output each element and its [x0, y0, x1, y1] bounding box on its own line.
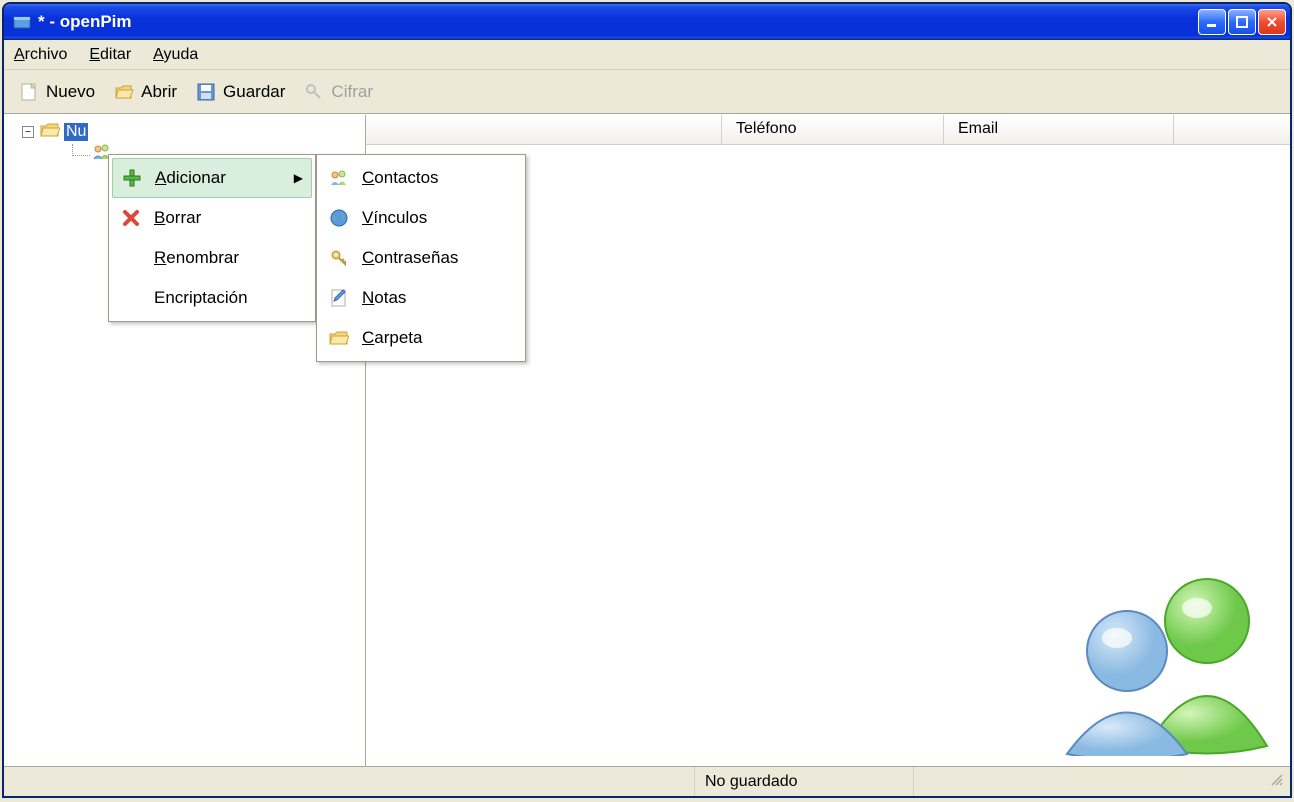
column-header-email[interactable]: Email — [944, 115, 1174, 144]
save-icon — [195, 81, 217, 103]
globe-icon — [328, 207, 350, 229]
folder-icon — [40, 122, 60, 143]
cm-borrar-label: Borrar — [154, 208, 201, 228]
cm-contrasenas-label: Contraseñas — [362, 248, 458, 268]
column-header-end[interactable] — [1174, 115, 1290, 144]
status-text: No guardado — [694, 767, 914, 796]
toolbar: Nuevo Abrir Guardar Cifrar — [4, 70, 1290, 114]
app-icon — [12, 12, 32, 32]
tree-connector — [72, 144, 90, 156]
toolbar-abrir[interactable]: Abrir — [113, 81, 177, 103]
cm-adicionar[interactable]: Adicionar ▶ — [112, 158, 312, 198]
toolbar-cifrar[interactable]: Cifrar — [303, 81, 373, 103]
minimize-button[interactable] — [1198, 9, 1226, 35]
delete-icon — [120, 207, 142, 229]
new-file-icon — [18, 81, 40, 103]
cm-encriptacion[interactable]: Encriptación — [112, 278, 312, 318]
cm-carpeta[interactable]: Carpeta — [320, 318, 522, 358]
menu-ayuda[interactable]: Ayuda — [153, 46, 198, 64]
cm-renombrar-label: Renombrar — [154, 248, 239, 268]
menubar: Archivo Editar Ayuda — [4, 40, 1290, 70]
menu-editar[interactable]: Editar — [89, 46, 131, 64]
cm-borrar[interactable]: Borrar — [112, 198, 312, 238]
tree-collapse-icon[interactable]: − — [22, 126, 34, 138]
folder-icon — [328, 327, 350, 349]
contacts-icon — [328, 167, 350, 189]
window-title: * - openPim — [38, 12, 1198, 32]
app-window: * - openPim Archivo Editar Ayuda Nuevo A… — [2, 2, 1292, 798]
open-folder-icon — [113, 81, 135, 103]
cm-carpeta-label: Carpeta — [362, 328, 422, 348]
close-button[interactable] — [1258, 9, 1286, 35]
toolbar-abrir-label: Abrir — [141, 82, 177, 102]
cm-vinculos[interactable]: Vínculos — [320, 198, 522, 238]
cm-adicionar-label: Adicionar — [155, 168, 226, 188]
note-icon — [328, 287, 350, 309]
blank-icon — [120, 247, 142, 269]
column-headers: Teléfono Email — [366, 115, 1290, 145]
resize-grip[interactable] — [1268, 771, 1290, 792]
encrypt-icon — [303, 81, 325, 103]
key-icon — [328, 247, 350, 269]
cm-contactos-label: Contactos — [362, 168, 439, 188]
cm-vinculos-label: Vínculos — [362, 208, 427, 228]
context-submenu-adicionar: Contactos Vínculos Contraseñas Notas Car… — [316, 154, 526, 362]
toolbar-nuevo[interactable]: Nuevo — [18, 81, 95, 103]
maximize-button[interactable] — [1228, 9, 1256, 35]
plus-icon — [121, 167, 143, 189]
toolbar-guardar-label: Guardar — [223, 82, 285, 102]
toolbar-nuevo-label: Nuevo — [46, 82, 95, 102]
buddies-image — [1052, 566, 1272, 756]
statusbar: No guardado — [4, 766, 1290, 796]
context-menu-tree: Adicionar ▶ Borrar Renombrar Encriptació… — [108, 154, 316, 322]
menu-archivo[interactable]: Archivo — [14, 46, 67, 64]
cm-contactos[interactable]: Contactos — [320, 158, 522, 198]
tree-root-label: Nu — [64, 123, 88, 141]
cm-notas-label: Notas — [362, 288, 406, 308]
column-header-telefono[interactable]: Teléfono — [722, 115, 944, 144]
column-header-blank[interactable] — [366, 115, 722, 144]
cm-notas[interactable]: Notas — [320, 278, 522, 318]
cm-encriptacion-label: Encriptación — [154, 288, 248, 308]
submenu-arrow-icon: ▶ — [294, 171, 303, 185]
cm-contrasenas[interactable]: Contraseñas — [320, 238, 522, 278]
toolbar-guardar[interactable]: Guardar — [195, 81, 285, 103]
toolbar-cifrar-label: Cifrar — [331, 82, 373, 102]
titlebar[interactable]: * - openPim — [4, 4, 1290, 40]
cm-renombrar[interactable]: Renombrar — [112, 238, 312, 278]
blank-icon — [120, 287, 142, 309]
tree-root[interactable]: − Nu — [22, 121, 365, 143]
window-controls — [1198, 9, 1286, 35]
